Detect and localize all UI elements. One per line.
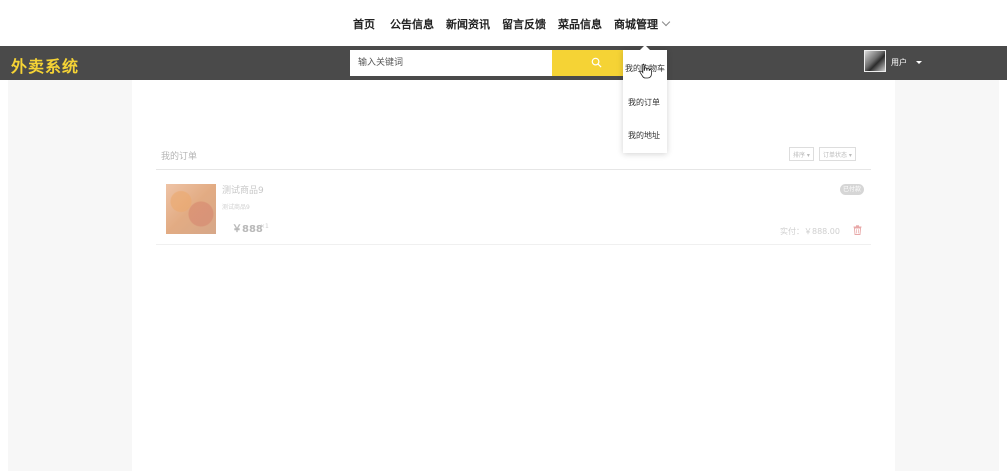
product-name[interactable]: 测试商品9: [222, 183, 264, 196]
caret-down-icon: [916, 61, 922, 64]
nav-item-dishes[interactable]: 菜品信息: [558, 16, 602, 32]
sort-button[interactable]: 排序 ▾: [789, 147, 814, 161]
chevron-down-icon: [661, 17, 671, 27]
product-subtitle: 测试商品9: [222, 204, 250, 211]
nav-item-notices[interactable]: 公告信息: [390, 16, 434, 32]
dropdown-item-address[interactable]: 我的地址: [628, 130, 660, 141]
search-input[interactable]: [350, 50, 552, 76]
hand-cursor-icon: [639, 63, 652, 79]
product-price: ￥888: [232, 224, 263, 235]
sort-label: 排序: [793, 152, 806, 159]
dropdown-arrow: [640, 45, 650, 50]
search-icon: [591, 57, 602, 68]
top-nav: 首页 公告信息 新闻资讯 留言反馈 菜品信息 商城管理: [0, 0, 1007, 46]
product-quantity: ×1: [260, 223, 269, 230]
nav-item-home[interactable]: 首页: [353, 16, 375, 32]
order-total: 实付：￥888.00: [780, 227, 840, 236]
section-divider: [156, 169, 871, 170]
left-side-panel: [8, 80, 132, 471]
row-divider: [156, 244, 871, 245]
order-status-filter-button[interactable]: 订单状态 ▾: [819, 147, 856, 161]
nav-item-mall-label: 商城管理: [614, 18, 658, 31]
avatar[interactable]: [864, 50, 886, 72]
status-filter-label: 订单状态: [823, 152, 848, 159]
nav-item-mall-management[interactable]: 商城管理: [614, 16, 671, 32]
brand-logo[interactable]: 外卖系统: [11, 53, 79, 77]
right-side-panel: [895, 80, 999, 471]
trash-icon[interactable]: [853, 225, 862, 235]
header-bar: 外卖系统 用户: [0, 46, 1007, 80]
nav-item-feedback[interactable]: 留言反馈: [502, 16, 546, 32]
dropdown-item-orders[interactable]: 我的订单: [628, 97, 660, 108]
product-image[interactable]: [166, 184, 216, 234]
page-title: 我的订单: [161, 152, 198, 162]
nav-item-news[interactable]: 新闻资讯: [446, 16, 490, 32]
user-label: 用户: [891, 58, 907, 67]
user-menu[interactable]: 用户: [891, 57, 922, 68]
status-badge: 已付款: [840, 184, 865, 195]
